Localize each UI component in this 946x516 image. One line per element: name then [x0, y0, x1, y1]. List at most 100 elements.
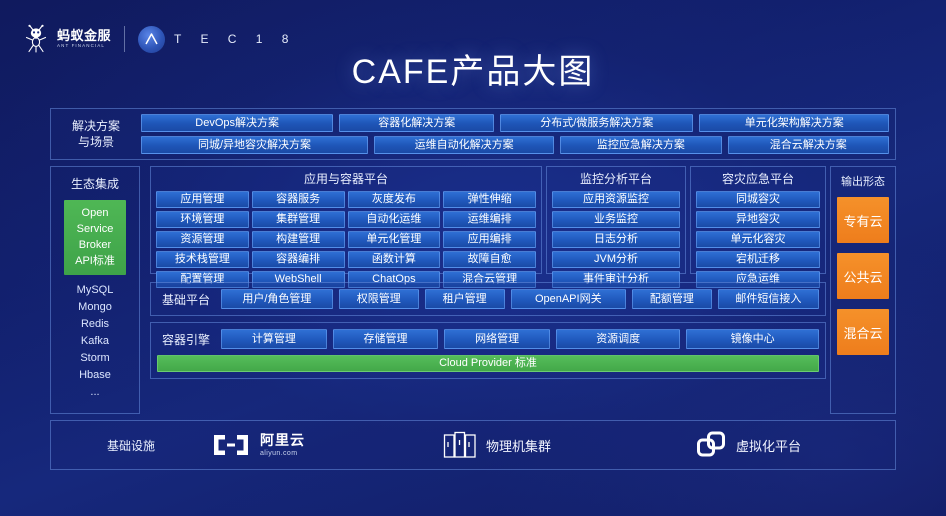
platform-cell[interactable]: 故障自愈 — [443, 251, 536, 268]
solutions-label: 解决方案 与场景 — [51, 118, 141, 150]
chip[interactable]: DevOps解决方案 — [141, 114, 334, 132]
ecosystem-component-list: MySQL Mongo Redis Kafka Storm Hbase... — [77, 282, 114, 401]
ecosystem-item[interactable]: ... — [77, 384, 114, 401]
output-form-box[interactable]: 专有云 — [837, 197, 889, 243]
platform-cell[interactable]: 同城容灾 — [696, 191, 820, 208]
chip[interactable]: 同城/异地容灾解决方案 — [141, 136, 369, 154]
platform-cell[interactable]: 应用编排 — [443, 231, 536, 248]
output-forms-title: 输出形态 — [841, 176, 885, 188]
chip[interactable]: 监控应急解决方案 — [560, 136, 722, 154]
solutions-band: 解决方案 与场景 DevOps解决方案 容器化解决方案 分布式/微服务解决方案 单元化… — [50, 108, 896, 160]
open-service-broker-line: Service — [76, 223, 114, 235]
platform-monitor-analysis: 监控分析平台 应用资源监控 业务监控 日志分析 JVM分析 事件审计分析 — [546, 166, 686, 288]
infrastructure-physical-label: 物理机集群 — [486, 438, 552, 454]
solutions-label-line1: 解决方案 — [71, 119, 120, 133]
platform-cell[interactable]: JVM分析 — [552, 251, 680, 268]
aliyun-logo-icon — [214, 435, 248, 455]
ecosystem-panel: 生态集成 Open Service Broker API标准 MySQL Mongo Re… — [50, 166, 140, 414]
platform-monitor-analysis-title: 监控分析平台 — [579, 172, 652, 186]
chip[interactable]: 资源调度 — [556, 329, 681, 349]
chip[interactable]: 计算管理 — [221, 329, 327, 349]
platform-cell[interactable]: 业务监控 — [552, 211, 680, 228]
output-form-box[interactable]: 混合云 — [837, 309, 889, 355]
container-engine-strip: 容器引擎 计算管理 存储管理 网络管理 资源调度 镜像中心 Cloud Provider… — [150, 322, 826, 379]
aliyun-wordmark: 阿里云 aliyun.com — [260, 433, 305, 457]
platform-cell[interactable]: 集群管理 — [251, 211, 345, 228]
open-service-broker-badge: Open Service Broker API标准 — [64, 200, 126, 275]
platform-cell[interactable]: 环境管理 — [156, 211, 249, 228]
solutions-label-line2: 与场景 — [77, 135, 114, 149]
middle-region: 生态集成 Open Service Broker API标准 MySQL Mongo Re… — [50, 166, 896, 414]
platform-cell[interactable]: 资源管理 — [156, 231, 249, 248]
platform-cell[interactable]: 灰度发布 — [347, 191, 441, 208]
chip[interactable]: 网络管理 — [444, 329, 551, 349]
infrastructure-item-aliyun: 阿里云 aliyun.com — [211, 432, 443, 458]
infrastructure-label: 基础设施 — [106, 438, 155, 453]
base-platform-items: 用户/角色管理 权限管理 租户管理 OpenAPI网关 配额管理 邮件短信接入 — [221, 289, 819, 309]
page-title: CAFE产品大图 — [351, 53, 595, 91]
solutions-row-2: 同城/异地容灾解决方案 运维自动化解决方案 监控应急解决方案 混合云解决方案 — [141, 136, 889, 154]
output-forms-panel: 输出形态 专有云公共云混合云 — [830, 166, 896, 414]
platform-cell[interactable]: 异地容灾 — [696, 211, 820, 228]
base-platform-strip: 基础平台 用户/角色管理 权限管理 租户管理 OpenAPI网关 配额管理 邮件短信接入 — [150, 282, 826, 316]
platform-disaster-recovery-grid: 同城容灾 异地容灾 单元化容灾 宕机迁移 应急运维 — [691, 191, 825, 293]
platform-cell[interactable]: 容器编排 — [251, 251, 345, 268]
chip[interactable]: 运维自动化解决方案 — [374, 136, 555, 154]
infrastructure-band: 基础设施 阿里云 aliyun.com 物理机集群 虚拟化平台 — [50, 420, 896, 470]
platform-app-container-title: 应用与容器平台 — [303, 172, 388, 186]
platform-cell[interactable]: 日志分析 — [552, 231, 680, 248]
ecosystem-item[interactable]: Hbase — [77, 367, 114, 384]
ecosystem-item[interactable]: Mongo — [77, 299, 114, 316]
chip[interactable]: OpenAPI网关 — [510, 289, 626, 309]
vmware-squares-icon — [697, 431, 725, 457]
container-engine-label: 容器引擎 — [161, 332, 210, 347]
platform-cell[interactable]: 运维编排 — [443, 211, 536, 228]
platform-cell[interactable]: 容器服务 — [251, 191, 345, 208]
solutions-row-1: DevOps解决方案 容器化解决方案 分布式/微服务解决方案 单元化架构解决方案 — [141, 114, 889, 132]
platform-cell[interactable]: 技术栈管理 — [156, 251, 249, 268]
aliyun-name-en: aliyun.com — [260, 449, 298, 457]
chip[interactable]: 镜像中心 — [686, 329, 819, 349]
platform-cell[interactable]: 构建管理 — [251, 231, 345, 248]
container-engine-row: 容器引擎 计算管理 存储管理 网络管理 资源调度 镜像中心 — [157, 329, 819, 349]
chip[interactable]: 用户/角色管理 — [221, 289, 333, 309]
ecosystem-title: 生态集成 — [70, 177, 119, 191]
platform-cell[interactable]: 应用资源监控 — [552, 191, 680, 208]
platform-stack: 基础平台 用户/角色管理 权限管理 租户管理 OpenAPI网关 配额管理 邮件短信接入 … — [150, 282, 826, 379]
platform-cell[interactable]: 弹性伸缩 — [443, 191, 536, 208]
chip[interactable]: 容器化解决方案 — [339, 114, 495, 132]
infrastructure-virtualization-label: 虚拟化平台 — [736, 438, 802, 454]
ecosystem-item[interactable]: MySQL — [77, 282, 114, 299]
platform-cell[interactable]: 宕机迁移 — [696, 251, 820, 268]
platform-app-container: 应用与容器平台 应用管理 容器服务 灰度发布 弹性伸缩环境管理 集群管理 自动化运维 运维编… — [150, 166, 542, 288]
platform-cell[interactable]: 函数计算 — [347, 251, 441, 268]
ecosystem-item[interactable]: Kafka — [77, 333, 114, 350]
ecosystem-item[interactable]: Storm — [77, 350, 114, 367]
chip[interactable]: 单元化架构解决方案 — [699, 114, 889, 132]
ecosystem-item[interactable]: Redis — [77, 316, 114, 333]
chip[interactable]: 混合云解决方案 — [727, 136, 889, 154]
chip[interactable]: 分布式/微服务解决方案 — [500, 114, 694, 132]
chip[interactable]: 权限管理 — [338, 289, 419, 309]
infrastructure-items: 阿里云 aliyun.com 物理机集群 虚拟化平台 — [211, 430, 895, 460]
container-engine-items: 计算管理 存储管理 网络管理 资源调度 镜像中心 — [221, 329, 819, 349]
platform-cell[interactable]: 单元化容灾 — [696, 231, 820, 248]
platform-app-container-grid: 应用管理 容器服务 灰度发布 弹性伸缩环境管理 集群管理 自动化运维 运维编排资源管理 构建管… — [151, 191, 541, 293]
chip[interactable]: 存储管理 — [332, 329, 439, 349]
chip[interactable]: 配额管理 — [631, 289, 712, 309]
aliyun-name-cn: 阿里云 — [260, 431, 305, 448]
output-forms-list: 专有云 公共云 混合云 — [837, 197, 889, 365]
infrastructure-item-physical-cluster: 物理机集群 — [443, 431, 695, 459]
platforms-row: 应用与容器平台 应用管理 容器服务 灰度发布 弹性伸缩环境管理 集群管理 自动化运维 运维编… — [150, 166, 826, 288]
chip[interactable]: 邮件短信接入 — [717, 289, 819, 309]
ant-brand-cn: 蚂蚁金服 — [57, 28, 112, 44]
platform-cell[interactable]: 自动化运维 — [347, 211, 441, 228]
platform-cell[interactable]: 单元化管理 — [347, 231, 441, 248]
chip[interactable]: 租户管理 — [424, 289, 505, 309]
platform-disaster-recovery-title: 容灾应急平台 — [721, 172, 794, 186]
output-form-box[interactable]: 公共云 — [837, 253, 889, 299]
open-service-broker-line: Broker — [78, 239, 112, 251]
solutions-rows: DevOps解决方案 容器化解决方案 分布式/微服务解决方案 单元化架构解决方案 同城… — [141, 114, 895, 154]
base-platform-label: 基础平台 — [161, 292, 210, 307]
platform-cell[interactable]: 应用管理 — [156, 191, 249, 208]
